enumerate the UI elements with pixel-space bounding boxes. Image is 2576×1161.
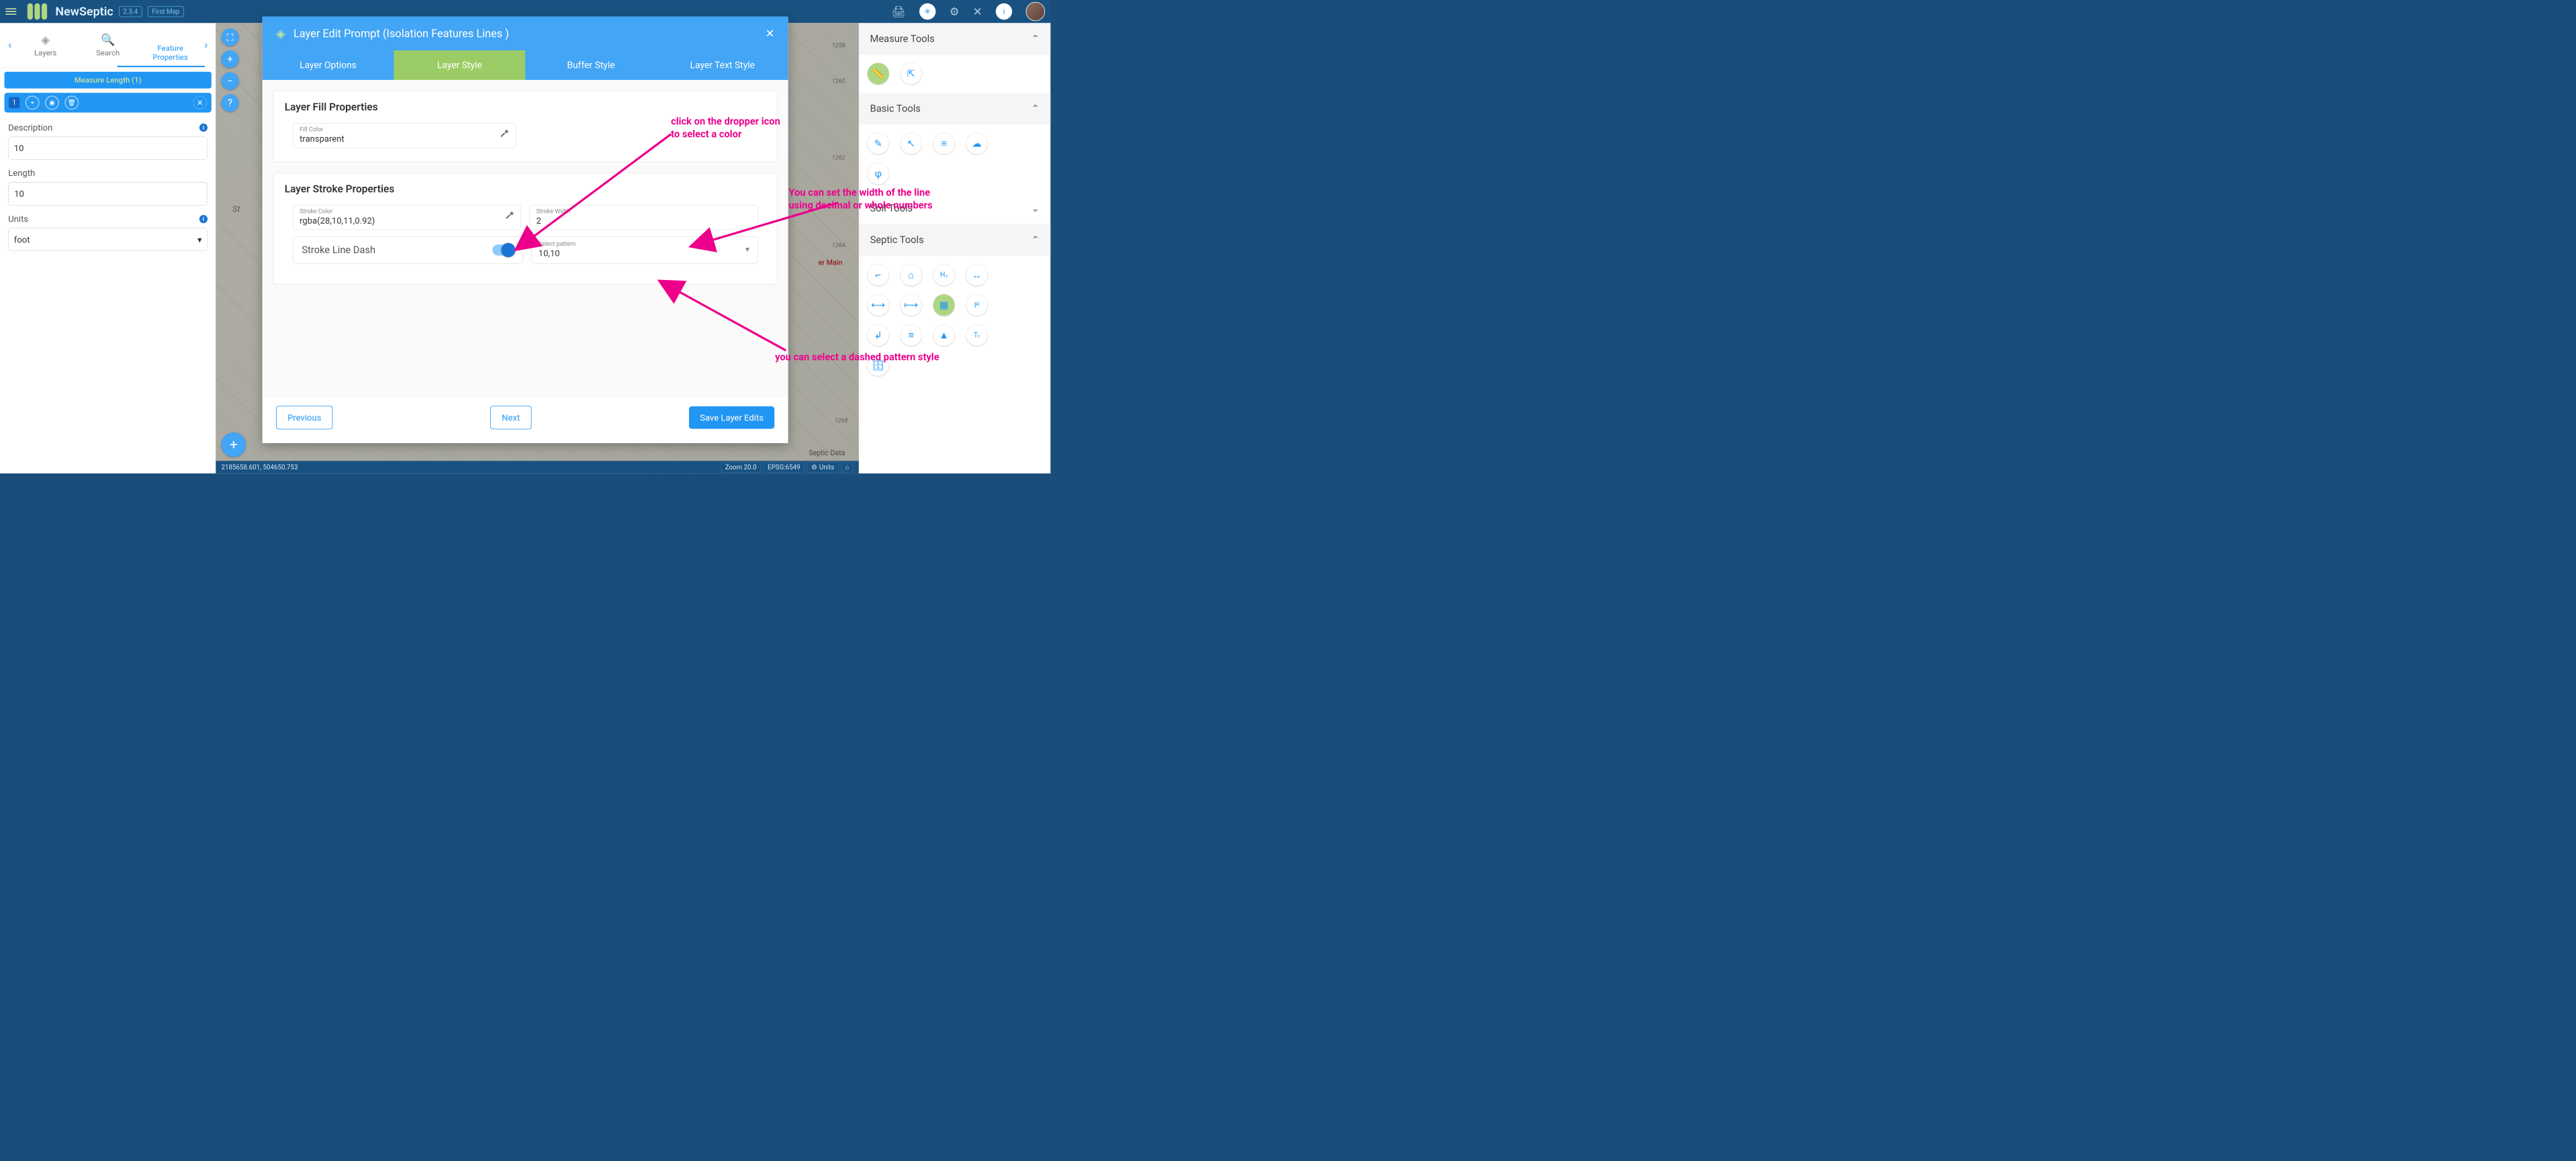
pattern-label: Select pattern — [539, 240, 744, 247]
tab-layer-text-style[interactable]: Layer Text Style — [657, 50, 788, 80]
fill-properties-panel: Layer Fill Properties Fill Color — [273, 91, 777, 162]
layers-icon: ◈ — [276, 26, 285, 40]
tab-layer-options[interactable]: Layer Options — [263, 50, 394, 80]
tab-layer-style[interactable]: Layer Style — [394, 50, 525, 80]
stroke-dash-toggle-field: Stroke Line Dash — [293, 236, 523, 264]
fill-color-input[interactable] — [300, 133, 496, 144]
tab-buffer-style[interactable]: Buffer Style — [525, 50, 657, 80]
stroke-width-field[interactable]: Stroke Width — [529, 205, 757, 230]
modal-overlay: ◈ Layer Edit Prompt (Isolation Features … — [0, 0, 1050, 473]
pattern-value: 10,10 — [539, 247, 744, 258]
stroke-section-title: Layer Stroke Properties — [285, 183, 766, 195]
modal-title: Layer Edit Prompt (Isolation Features Li… — [293, 27, 509, 40]
modal-header: ◈ Layer Edit Prompt (Isolation Features … — [263, 16, 788, 50]
layer-edit-modal: ◈ Layer Edit Prompt (Isolation Features … — [263, 16, 788, 443]
stroke-width-label: Stroke Width — [536, 208, 751, 215]
fill-color-field[interactable]: Fill Color — [293, 123, 516, 148]
dash-toggle[interactable] — [492, 244, 514, 255]
stroke-properties-panel: Layer Stroke Properties Stroke Color — [273, 173, 777, 284]
stroke-width-input[interactable] — [536, 215, 751, 226]
modal-footer: Previous Next Save Layer Edits — [263, 398, 788, 443]
stroke-color-input[interactable] — [300, 215, 500, 226]
stroke-color-field[interactable]: Stroke Color — [293, 205, 521, 230]
previous-button[interactable]: Previous — [276, 406, 332, 429]
eyedropper-icon[interactable] — [500, 129, 509, 141]
next-button[interactable]: Next — [490, 406, 531, 429]
fill-color-label: Fill Color — [300, 126, 496, 133]
chevron-down-icon: ▼ — [744, 245, 751, 254]
save-layer-edits-button[interactable]: Save Layer Edits — [689, 406, 774, 428]
modal-tabs: Layer Options Layer Style Buffer Style L… — [263, 50, 788, 80]
fill-section-title: Layer Fill Properties — [285, 101, 766, 113]
eyedropper-icon[interactable] — [505, 211, 514, 223]
dash-pattern-select[interactable]: Select pattern 10,10 ▼ — [532, 236, 758, 264]
dash-label: Stroke Line Dash — [302, 244, 375, 256]
modal-close-button[interactable]: ✕ — [766, 27, 775, 40]
stroke-color-label: Stroke Color — [300, 208, 500, 215]
